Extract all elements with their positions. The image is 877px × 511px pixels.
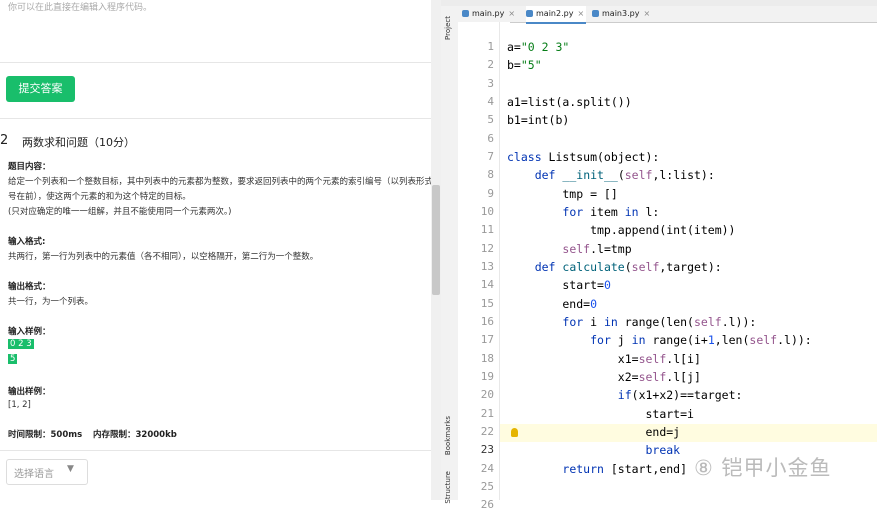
code-editor[interactable]: a="0 2 3" b="5" a1=list(a.split()) b1=in… <box>441 0 877 500</box>
code-line: for i in range(len(self.l)): <box>562 315 757 329</box>
input-sample-line: 5 <box>8 354 18 364</box>
code-line: for item in l: <box>562 205 660 219</box>
code-line: for j in range(i+1,len(self.l)): <box>590 333 812 347</box>
divider <box>0 118 431 119</box>
code-line: class Listsum(object): <box>507 150 660 164</box>
memory-limit: 内存限制：32000kb <box>93 430 177 440</box>
code-line: self.l=tmp <box>562 242 632 256</box>
question-title: 两数求和问题（10分） <box>22 136 135 149</box>
input-sample-line: 0 2 3 <box>8 339 34 349</box>
code-line: x1=self.l[i] <box>507 352 701 366</box>
code-line: end=0 <box>507 297 598 311</box>
question-number: 2 <box>0 133 9 148</box>
language-select[interactable]: 选择语言 ▼ <box>6 459 88 485</box>
content-line: 给定一个列表和一个整数目标，其中列表中的元素都为整数，要求返回列表中的两个元素的… <box>8 177 441 187</box>
watermark: ⑧ 铠甲小金鱼 <box>694 456 832 480</box>
input-format-label: 输入格式: <box>8 237 46 247</box>
content-line: 号在前），使这两个元素的和为这个特定的目标。 <box>8 192 191 202</box>
scrollbar-thumb[interactable] <box>432 185 440 295</box>
code-line: if(x1+x2)==target: <box>617 388 743 402</box>
previous-question-area: 你可以在此直接在编辑入程序代码。 <box>0 0 431 62</box>
time-limit: 时间限制：500ms <box>8 430 83 440</box>
code-line: def __init__(self,l:list): <box>534 168 715 182</box>
code-line: def calculate(self,target): <box>534 260 722 274</box>
ide-panel: Project Bookmarks Structure main.py × mai… <box>441 0 877 511</box>
code-line: x2=self.l[j] <box>507 370 701 384</box>
output-sample-text: [1, 2] <box>8 400 31 410</box>
code-line: return [start,end] <box>562 462 688 476</box>
code-line: tmp.append(int(item)) <box>507 223 736 237</box>
code-line: break <box>645 443 681 457</box>
output-sample-label: 输出样例： <box>8 387 51 397</box>
content-label: 题目内容： <box>8 162 51 172</box>
output-format-text: 共一行，为一个列表。 <box>8 297 94 307</box>
scrollbar[interactable] <box>431 0 441 500</box>
code-line: b1=int(b) <box>507 113 570 127</box>
caret-down-icon: ▼ <box>67 464 74 474</box>
input-sample-label: 输入样例： <box>8 327 51 337</box>
code-line: end=j <box>507 425 681 439</box>
code-line: tmp = [] <box>507 187 618 201</box>
hint-text: 你可以在此直接在编辑入程序代码。 <box>8 3 153 13</box>
code-line: a1=list(a.split()) <box>507 95 632 109</box>
code-line: b="5" <box>507 58 542 72</box>
code-line: a="0 2 3" <box>507 40 570 54</box>
code-line: start=0 <box>507 278 611 292</box>
content-line: (只对应确定的唯一一组解，并且不能使用同一个元素两次。) <box>8 207 232 217</box>
divider <box>0 450 431 451</box>
code-line: start=i <box>507 407 694 421</box>
divider <box>0 62 431 63</box>
output-format-label: 输出格式： <box>8 282 51 292</box>
problem-panel: 你可以在此直接在编辑入程序代码。 提交答案 2 两数求和问题（10分） 题目内容… <box>0 0 441 500</box>
submit-answer-button[interactable]: 提交答案 <box>6 76 75 102</box>
input-format-text: 共两行，第一行为列表中的元素值（各不相同），以空格隔开，第二行为一个整数。 <box>8 252 319 262</box>
language-select-value: 选择语言 <box>14 469 54 480</box>
